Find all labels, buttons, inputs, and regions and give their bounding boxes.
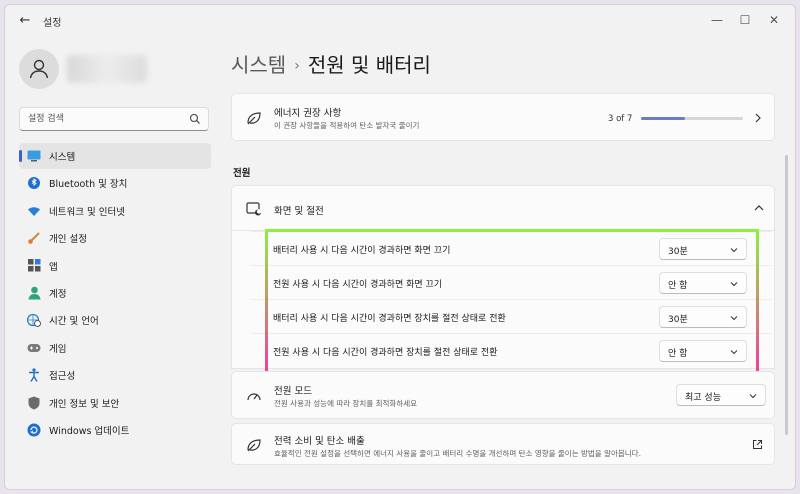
recommendation-progress-fill [641, 117, 685, 120]
globe-clock-icon [27, 313, 41, 328]
sidebar-item-label: 네트워크 및 인터넷 [49, 206, 125, 218]
breadcrumb-parent[interactable]: 시스템 [231, 53, 286, 77]
wifi-icon [27, 204, 41, 218]
dropdown-value: 안 함 [668, 281, 688, 291]
sidebar-item-system[interactable]: 시스템 [19, 143, 211, 169]
battery-screen-off-dropdown[interactable]: 30분 [659, 238, 747, 260]
card-subtitle: 이 권장 사항들을 적용하여 탄소 발자국 줄이기 [274, 121, 420, 130]
chevron-down-icon [749, 394, 757, 399]
sidebar-item-time-language[interactable]: 시간 및 언어 [19, 307, 211, 333]
sidebar-item-label: 개인 설정 [49, 234, 87, 246]
page-title: 전원 및 배터리 [307, 53, 431, 77]
sidebar-item-bluetooth[interactable]: Bluetooth 및 장치 [19, 170, 211, 196]
app-title: 설정 [43, 18, 62, 29]
sidebar-item-label: 앱 [49, 261, 58, 273]
recommendation-progress-bar [641, 117, 743, 120]
brush-icon [27, 231, 41, 245]
section-heading-power: 전원 [233, 168, 251, 179]
chevron-down-icon [730, 316, 738, 321]
screen-sleep-expander[interactable]: 화면 및 절전 [231, 185, 775, 231]
setting-row: 배터리 사용 시 다음 시간이 경과하면 화면 끄기 30분 [251, 231, 771, 265]
plugged-screen-off-dropdown[interactable]: 안 함 [659, 272, 747, 294]
update-icon [27, 423, 41, 437]
account-name-redacted [67, 55, 147, 83]
sidebar-item-windows-update[interactable]: Windows 업데이트 [19, 417, 211, 443]
sidebar-item-privacy[interactable]: 개인 정보 및 보안 [19, 390, 211, 416]
chevron-down-icon [730, 350, 738, 355]
leaf-icon [247, 112, 261, 125]
accessibility-icon [27, 368, 41, 382]
card-subtitle: 효율적인 전원 설정을 선택하면 에너지 사용을 줄이고 배터리 수명을 개선하… [274, 449, 641, 458]
search-box[interactable] [19, 107, 209, 131]
sidebar-item-accessibility[interactable]: 접근성 [19, 362, 211, 388]
card-subtitle: 전원 사용과 성능에 따라 장치를 최적화하세요 [274, 399, 418, 408]
user-icon [29, 59, 49, 79]
scrollbar[interactable] [785, 155, 788, 435]
gamepad-icon [27, 341, 41, 355]
sidebar-item-label: 계정 [49, 288, 67, 300]
setting-label: 배터리 사용 시 다음 시간이 경과하면 장치를 절전 상태로 전환 [273, 314, 506, 324]
dropdown-value: 30분 [668, 247, 688, 257]
shield-icon [27, 396, 41, 410]
account-icon [27, 286, 41, 300]
recommendation-counter: 3 of 7 [608, 114, 633, 124]
monitor-icon [27, 149, 41, 163]
breadcrumb-separator: › [294, 58, 300, 74]
settings-window: ← 설정 — ☐ ✕ 시스템 Bluetooth 및 장치 네트워크 및 인터넷… [4, 4, 796, 490]
dropdown-value: 30분 [668, 315, 688, 325]
back-arrow-icon[interactable]: ← [17, 13, 33, 29]
dropdown-value: 최고 성능 [685, 393, 721, 403]
power-mode-card: 전원 모드 전원 사용과 성능에 따라 장치를 최적화하세요 최고 성능 [231, 371, 775, 419]
chevron-up-icon[interactable] [754, 204, 764, 212]
breadcrumb: 시스템 › 전원 및 배터리 [231, 49, 431, 78]
minimize-button[interactable]: — [706, 11, 728, 29]
setting-label: 전원 사용 시 다음 시간이 경과하면 화면 끄기 [273, 280, 443, 290]
dropdown-value: 안 함 [668, 349, 688, 359]
avatar[interactable] [19, 49, 59, 89]
screen-moon-icon [246, 202, 262, 216]
card-title: 화면 및 절전 [274, 206, 324, 217]
search-icon[interactable] [189, 113, 201, 125]
leaf-icon [247, 439, 261, 452]
setting-label: 전원 사용 시 다음 시간이 경과하면 장치를 절전 상태로 전환 [273, 348, 498, 358]
chevron-down-icon [730, 248, 738, 253]
card-title: 에너지 권장 사항 [274, 108, 342, 119]
card-title: 전력 소비 및 탄소 배출 [274, 436, 365, 447]
maximize-button[interactable]: ☐ [734, 11, 756, 29]
title-bar: ← 설정 — ☐ ✕ [5, 5, 795, 37]
setting-row: 전원 사용 시 다음 시간이 경과하면 화면 끄기 안 함 [251, 265, 771, 299]
chevron-down-icon [730, 282, 738, 287]
power-mode-dropdown[interactable]: 최고 성능 [676, 384, 766, 406]
sidebar-item-network[interactable]: 네트워크 및 인터넷 [19, 198, 211, 224]
apps-icon [27, 259, 41, 273]
setting-row: 배터리 사용 시 다음 시간이 경과하면 장치를 절전 상태로 전환 30분 [251, 299, 771, 333]
gauge-icon [247, 393, 261, 401]
sidebar-item-label: 시스템 [49, 152, 76, 163]
sidebar-item-apps[interactable]: 앱 [19, 253, 211, 279]
plugged-sleep-dropdown[interactable]: 안 함 [659, 340, 747, 362]
battery-sleep-dropdown[interactable]: 30분 [659, 306, 747, 328]
sidebar-item-label: 접근성 [49, 371, 76, 383]
search-input[interactable] [20, 108, 188, 130]
sidebar-item-label: Bluetooth 및 장치 [49, 179, 128, 191]
sidebar-item-label: 개인 정보 및 보안 [49, 398, 120, 410]
sidebar-item-label: Windows 업데이트 [49, 425, 130, 437]
close-button[interactable]: ✕ [763, 11, 785, 29]
chevron-right-icon[interactable] [754, 113, 762, 123]
sidebar-item-label: 게임 [49, 343, 67, 355]
sidebar-item-accounts[interactable]: 계정 [19, 280, 211, 306]
sidebar-item-personalization[interactable]: 개인 설정 [19, 225, 211, 251]
sidebar-item-gaming[interactable]: 게임 [19, 335, 211, 361]
power-usage-card[interactable]: 전력 소비 및 탄소 배출 효율적인 전원 설정을 선택하면 에너지 사용을 줄… [231, 423, 775, 465]
sidebar-nav: 시스템 Bluetooth 및 장치 네트워크 및 인터넷 개인 설정 앱 계정… [19, 143, 211, 444]
sidebar-item-label: 시간 및 언어 [49, 316, 99, 328]
external-link-icon[interactable] [752, 439, 763, 450]
setting-label: 배터리 사용 시 다음 시간이 경과하면 화면 끄기 [273, 246, 451, 256]
card-title: 전원 모드 [274, 386, 312, 397]
setting-row: 전원 사용 시 다음 시간이 경과하면 장치를 절전 상태로 전환 안 함 [251, 333, 771, 367]
bluetooth-icon [27, 176, 41, 190]
